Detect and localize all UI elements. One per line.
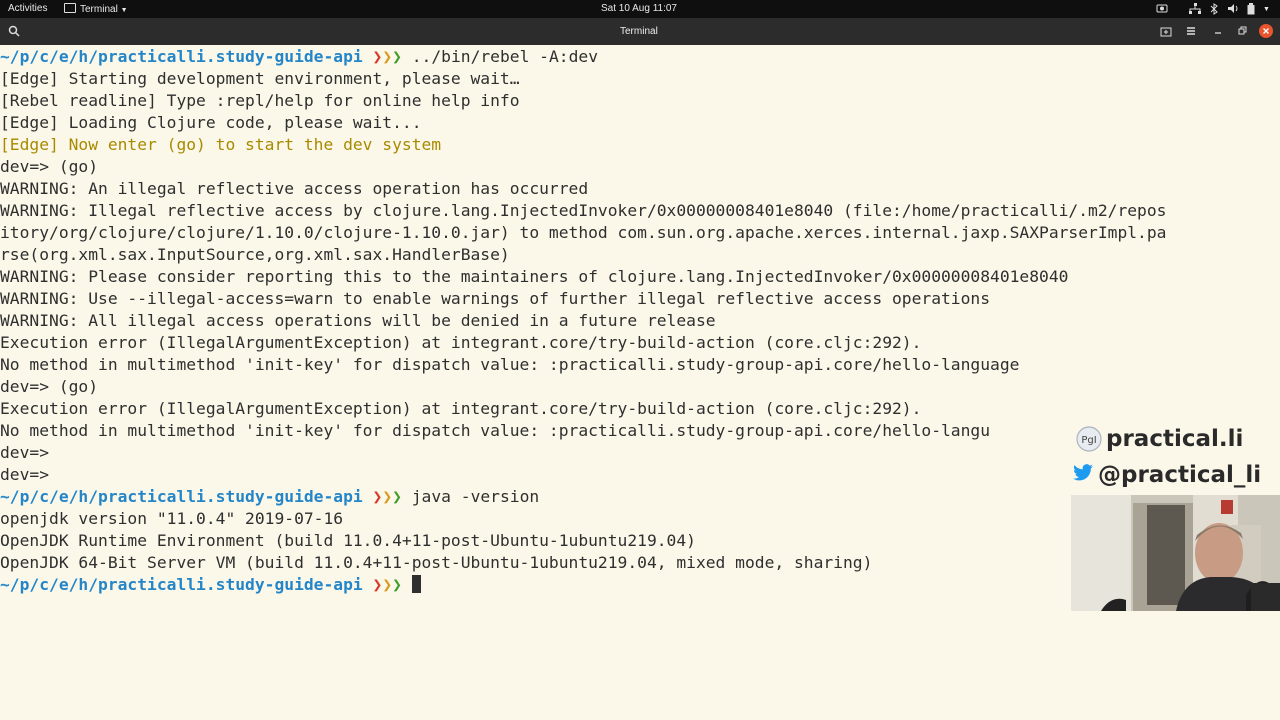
terminal-output-line: dev=> (go) [0,377,99,396]
brand-name: practical.li [1106,426,1244,452]
terminal-output-line: itory/org/clojure/clojure/1.10.0/clojure… [0,223,1167,242]
clock[interactable]: Sat 10 Aug 11:07 [601,3,677,15]
close-icon[interactable] [1259,24,1273,42]
hamburger-menu-icon[interactable] [1185,25,1197,41]
twitter-handle: @practical_li [1098,462,1262,488]
bluetooth-icon[interactable] [1209,3,1219,19]
network-icon[interactable] [1189,3,1201,18]
battery-icon[interactable] [1247,3,1255,19]
terminal-output-line: dev=> [0,465,50,484]
terminal-output-line: OpenJDK 64-Bit Server VM (build 11.0.4+1… [0,553,873,572]
terminal-output-line: [Rebel readline] Type :repl/help for onl… [0,91,520,110]
terminal-output-line: Execution error (IllegalArgumentExceptio… [0,399,922,418]
system-menu-chevron-icon[interactable]: ▼ [1263,3,1270,16]
terminal-output-line: WARNING: An illegal reflective access op… [0,179,589,198]
shell-prompt-line: ~/p/c/e/h/practicalli.study-guide-api ❯❯… [0,46,598,68]
minimize-icon[interactable] [1212,25,1224,41]
prompt-chevron-icon: ❯❯❯ [372,575,402,594]
prompt-path: ~/p/c/e/h/practicalli.study-guide-api [0,487,363,506]
terminal-output-line: dev=> (go) [0,157,99,176]
terminal-app-icon [64,3,76,13]
prompt-chevron-icon: ❯❯❯ [372,487,402,506]
svg-text:PgI: PgI [1081,435,1096,446]
new-tab-icon[interactable] [1160,25,1172,41]
terminal-output-line: OpenJDK Runtime Environment (build 11.0.… [0,531,696,550]
terminal-output-line: WARNING: Please consider reporting this … [0,267,1069,286]
volume-icon[interactable] [1227,3,1239,18]
activities-button[interactable]: Activities [8,3,47,15]
screen-record-icon[interactable] [1156,3,1168,17]
system-top-bar: Activities Terminal ▼ Sat 10 Aug 11:07 ▼ [0,0,1280,18]
webcam-video [1071,495,1280,611]
shell-prompt-line: ~/p/c/e/h/practicalli.study-guide-api ❯❯… [0,486,539,508]
app-menu[interactable]: Terminal ▼ [64,3,128,17]
terminal-output-line: No method in multimethod 'init-key' for … [0,421,991,440]
brand-overlay: PgI practical.li @practical_li [1073,424,1276,494]
terminal-output-line: openjdk version "11.0.4" 2019-07-16 [0,509,344,528]
terminal-output[interactable]: ~/p/c/e/h/practicalli.study-guide-api ❯❯… [0,46,1280,720]
terminal-output-line: WARNING: All illegal access operations w… [0,311,716,330]
prompt-chevron-icon: ❯❯❯ [372,47,402,66]
text-cursor[interactable] [411,575,421,593]
prompt-path: ~/p/c/e/h/practicalli.study-guide-api [0,575,363,594]
terminal-output-line: WARNING: Use --illegal-access=warn to en… [0,289,991,308]
terminal-title-bar: Terminal [0,18,1280,45]
terminal-output-line: [Edge] Now enter (go) to start the dev s… [0,135,442,154]
prompt-command: ../bin/rebel -A:dev [411,47,598,66]
prompt-command: java -version [411,487,540,506]
terminal-output-line: rse(org.xml.sax.InputSource,org.xml.sax.… [0,245,510,264]
terminal-output-line: dev=> [0,443,50,462]
prompt-path: ~/p/c/e/h/practicalli.study-guide-api [0,47,363,66]
terminal-output-line: [Edge] Starting development environment,… [0,69,520,88]
terminal-output-line: Execution error (IllegalArgumentExceptio… [0,333,922,352]
chevron-down-icon: ▼ [120,7,128,14]
shell-prompt-line: ~/p/c/e/h/practicalli.study-guide-api ❯❯… [0,574,421,596]
search-icon[interactable] [8,25,20,41]
terminal-output-line: WARNING: Illegal reflective access by cl… [0,201,1167,220]
terminal-output-line: No method in multimethod 'init-key' for … [0,355,1020,374]
terminal-output-line: [Edge] Loading Clojure code, please wait… [0,113,422,132]
app-menu-label: Terminal [80,4,118,15]
practicalli-logo-icon: PgI [1076,426,1102,452]
window-title: Terminal [620,26,658,37]
restore-icon[interactable] [1236,25,1248,41]
twitter-bird-icon [1072,464,1094,486]
